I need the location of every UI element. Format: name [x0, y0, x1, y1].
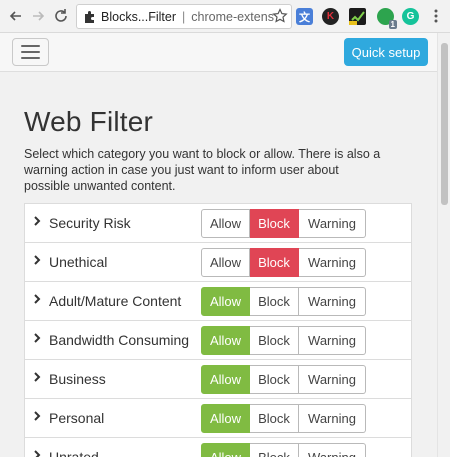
- allow-button[interactable]: Allow: [201, 209, 250, 238]
- category-row: Personal Allow Block Warning: [24, 398, 412, 437]
- chevron-right-icon[interactable]: [33, 294, 41, 304]
- category-row: Unethical Allow Block Warning: [24, 242, 412, 281]
- chevron-right-icon[interactable]: [33, 372, 41, 382]
- block-button[interactable]: Block: [250, 365, 299, 394]
- translate-icon[interactable]: 文: [296, 8, 313, 25]
- category-label: Unethical: [49, 254, 108, 270]
- chevron-right-icon[interactable]: [33, 255, 41, 265]
- chevron-right-icon[interactable]: [33, 333, 41, 343]
- warning-button[interactable]: Warning: [299, 209, 366, 238]
- category-label: Bandwidth Consuming: [49, 332, 190, 348]
- block-button[interactable]: Block: [250, 209, 299, 238]
- warning-button[interactable]: Warning: [299, 326, 366, 355]
- block-button[interactable]: Block: [250, 326, 299, 355]
- extension-badge-icon[interactable]: 1: [377, 8, 397, 29]
- category-list: Security Risk Allow Block Warning Unethical A…: [24, 203, 412, 457]
- allow-button[interactable]: Allow: [201, 326, 250, 355]
- category-label: Personal: [49, 410, 105, 426]
- scrollbar[interactable]: [437, 33, 450, 457]
- warning-button[interactable]: Warning: [299, 248, 366, 277]
- puzzle-icon: [85, 10, 94, 23]
- category-row: Bandwidth Consuming Allow Block Warning: [24, 320, 412, 359]
- action-button-group: AllowBlockWarning: [201, 209, 366, 238]
- badge-count: 1: [388, 20, 397, 29]
- warning-button[interactable]: Warning: [299, 443, 366, 457]
- scrollbar-thumb[interactable]: [441, 43, 448, 205]
- divider: |: [182, 9, 186, 24]
- allow-button[interactable]: Allow: [201, 287, 250, 316]
- action-button-group: AllowBlockWarning: [201, 326, 366, 355]
- reload-icon[interactable]: [51, 6, 71, 26]
- category-label: Adult/Mature Content: [49, 293, 182, 309]
- address-bar[interactable]: Blocks...Filter | chrome-extens: [76, 4, 292, 29]
- category-row: Business Allow Block Warning: [24, 359, 412, 398]
- block-button[interactable]: Block: [250, 404, 299, 433]
- allow-button[interactable]: Allow: [201, 404, 250, 433]
- app-header: Quick setup: [0, 33, 437, 72]
- allow-button[interactable]: Allow: [201, 248, 250, 277]
- svg-text:文: 文: [299, 10, 311, 24]
- kaspersky-letter: K: [326, 11, 335, 22]
- chevron-right-icon[interactable]: [33, 216, 41, 226]
- tab-title: Blocks...Filter: [101, 9, 177, 24]
- category-label: Security Risk: [49, 215, 131, 231]
- action-button-group: AllowBlockWarning: [201, 248, 366, 277]
- chevron-right-icon[interactable]: [33, 411, 41, 421]
- grammarly-icon[interactable]: G: [402, 8, 419, 25]
- action-button-group: AllowBlockWarning: [201, 404, 366, 433]
- chevron-right-icon[interactable]: [33, 450, 41, 457]
- allow-button[interactable]: Allow: [201, 443, 250, 457]
- block-button[interactable]: Block: [250, 287, 299, 316]
- page-title: Web Filter: [24, 106, 154, 137]
- kaspersky-icon[interactable]: K: [322, 8, 339, 25]
- browser-toolbar: Blocks...Filter | chrome-extens 文 K 1 G: [0, 0, 450, 33]
- category-row: Adult/Mature Content Allow Block Warning: [24, 281, 412, 320]
- action-button-group: AllowBlockWarning: [201, 287, 366, 316]
- menu-dots-icon[interactable]: [426, 6, 446, 26]
- warning-button[interactable]: Warning: [299, 287, 366, 316]
- action-button-group: AllowBlockWarning: [201, 443, 366, 457]
- category-label: Business: [49, 371, 106, 387]
- star-icon[interactable]: [270, 6, 290, 26]
- url-text: chrome-extens: [191, 9, 274, 24]
- warning-button[interactable]: Warning: [299, 404, 366, 433]
- quick-setup-button[interactable]: Quick setup: [344, 38, 428, 66]
- warning-button[interactable]: Warning: [299, 365, 366, 394]
- allow-button[interactable]: Allow: [201, 365, 250, 394]
- category-row: Unrated AllowBlockWarning: [24, 437, 412, 457]
- app-content: Quick setup Web Filter Select which cate…: [0, 33, 437, 457]
- category-row: Security Risk Allow Block Warning: [24, 203, 412, 242]
- back-arrow-icon[interactable]: [6, 6, 26, 26]
- forward-arrow-icon[interactable]: [28, 6, 48, 26]
- category-label: Unrated: [49, 449, 99, 457]
- page-description: Select which category you want to block …: [24, 147, 381, 193]
- hamburger-menu-icon[interactable]: [12, 38, 49, 66]
- action-button-group: AllowBlockWarning: [201, 365, 366, 394]
- grammarly-letter: G: [406, 11, 415, 22]
- block-button[interactable]: Block: [250, 443, 299, 457]
- block-button[interactable]: Block: [250, 248, 299, 277]
- checkmark-icon[interactable]: [349, 8, 366, 25]
